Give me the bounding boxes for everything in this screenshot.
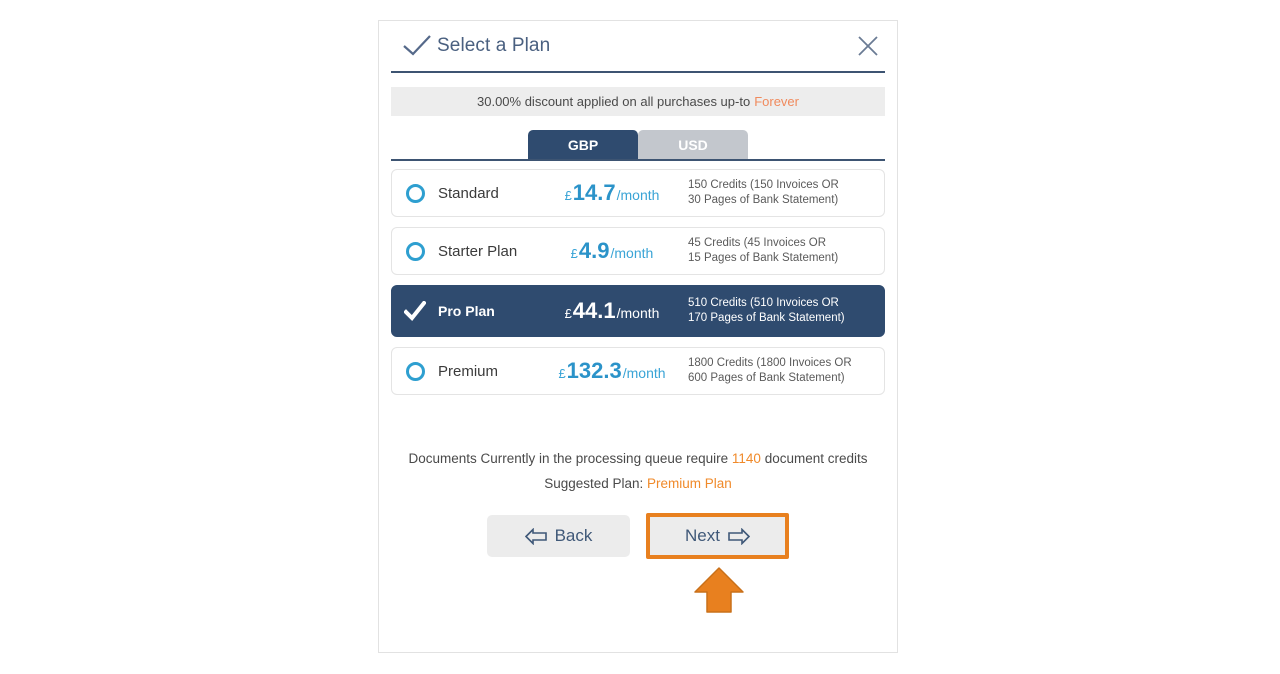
price-period: /month [616,187,660,203]
plan-description-line2: 15 Pages of Bank Statement) [688,252,839,264]
queue-suffix: document credits [764,451,868,466]
currency-symbol: £ [564,188,572,203]
price-period: /month [616,305,660,321]
plan-price: £44.1/month [542,298,682,324]
check-icon [403,35,431,56]
plan-row-premium[interactable]: Premium £132.3/month 1800 Credits (1800 … [391,347,885,395]
plan-description: 150 Credits (150 Invoices OR 30 Pages of… [682,178,884,208]
page-title: Select a Plan [437,35,551,56]
suggested-plan-text: Suggested Plan: Premium Plan [379,476,897,491]
plan-description-line2: 170 Pages of Bank Statement) [688,312,845,324]
plan-description-line1: 150 Credits (150 Invoices OR [688,179,839,191]
queue-credits-text: Documents Currently in the processing qu… [379,451,897,466]
button-row: Back Next [379,513,897,559]
discount-text: 30.00% discount applied on all purchases… [477,94,751,109]
radio-circle-icon [405,241,425,261]
suggested-plan-label: Suggested Plan: [544,476,644,491]
tab-usd[interactable]: USD [638,130,748,159]
plan-radio-starter[interactable] [392,241,438,261]
plan-row-starter[interactable]: Starter Plan £4.9/month 45 Credits (45 I… [391,227,885,275]
tab-gbp[interactable]: GBP [528,130,638,159]
suggested-plan-value: Premium Plan [647,476,732,491]
price-amount: 14.7 [572,180,616,205]
plan-radio-standard[interactable] [392,183,438,203]
next-button[interactable]: Next [646,513,789,559]
price-amount: 132.3 [566,358,622,383]
plan-name: Starter Plan [438,242,518,260]
radio-circle-icon [405,361,425,381]
modal-header: Select a Plan [391,21,885,73]
plan-list: Standard £14.7/month 150 Credits (150 In… [391,169,885,395]
plan-row-pro[interactable]: Pro Plan £44.1/month 510 Credits (510 In… [391,285,885,337]
plan-description: 45 Credits (45 Invoices OR 15 Pages of B… [682,236,884,266]
price-period: /month [622,365,666,381]
price-period: /month [610,245,654,261]
plan-price: £132.3/month [542,358,682,384]
queue-prefix: Documents Currently in the processing qu… [408,451,729,466]
discount-duration: Forever [754,94,799,109]
plan-name: Standard [438,184,499,202]
plan-price: £14.7/month [542,180,682,206]
plan-price: £4.9/month [542,238,682,264]
back-button-label: Back [554,526,593,545]
discount-banner: 30.00% discount applied on all purchases… [391,87,885,116]
radio-circle-icon [405,183,425,203]
up-arrow-pointer-icon [694,567,744,613]
plan-name: Pro Plan [438,303,495,319]
currency-symbol: £ [558,366,566,381]
plan-description-line2: 30 Pages of Bank Statement) [688,194,839,206]
plan-radio-pro[interactable] [392,301,438,321]
plan-description: 1800 Credits (1800 Invoices OR 600 Pages… [682,356,884,386]
back-button[interactable]: Back [487,515,630,557]
currency-symbol: £ [570,246,578,261]
plan-description-line1: 45 Credits (45 Invoices OR [688,237,827,249]
plan-name: Premium [438,362,499,380]
check-icon [404,301,426,321]
plan-row-standard[interactable]: Standard £14.7/month 150 Credits (150 In… [391,169,885,217]
arrow-left-icon [524,527,547,545]
plan-description-line1: 510 Credits (510 Invoices OR [688,297,839,309]
queue-credit-count: 1140 [731,451,761,466]
price-amount: 4.9 [578,238,610,263]
currency-symbol: £ [564,306,572,321]
next-button-label: Next [685,526,720,545]
plan-description: 510 Credits (510 Invoices OR 170 Pages o… [682,296,884,326]
arrow-right-icon [728,527,750,545]
close-icon[interactable] [855,33,881,59]
currency-tabs: GBP USD [391,130,885,161]
plan-radio-premium[interactable] [392,361,438,381]
plan-description-line1: 1800 Credits (1800 Invoices OR [688,357,852,369]
select-plan-modal: Select a Plan 30.00% discount applied on… [378,20,898,653]
plan-description-line2: 600 Pages of Bank Statement) [688,372,845,384]
price-amount: 44.1 [572,298,616,323]
